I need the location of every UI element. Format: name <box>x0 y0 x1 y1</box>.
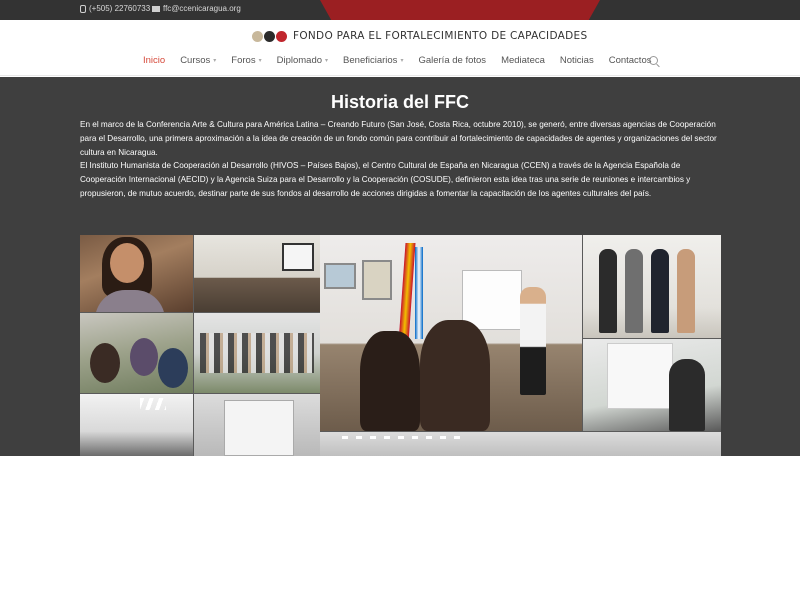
nav-item-diplomado[interactable]: Diplomado ▾ <box>277 55 328 66</box>
nav-item-mediateca[interactable]: Mediateca <box>501 55 545 66</box>
nav-label: Beneficiarios <box>343 55 398 66</box>
nav-item-inicio[interactable]: Inicio <box>143 55 165 66</box>
top-bar-accent <box>320 0 600 20</box>
chevron-down-icon: ▾ <box>400 58 404 64</box>
chevron-down-icon: ▾ <box>258 58 262 64</box>
nav-label: Mediateca <box>501 55 545 66</box>
logo-mark-1 <box>252 30 263 42</box>
history-text: En el marco de la Conferencia Arte & Cul… <box>80 118 720 201</box>
logo-text: FONDO PARA EL FORTALECIMIENTO DE CAPACID… <box>293 30 588 42</box>
photo-ceiling-strip <box>320 432 721 456</box>
page-title: Historia del FFC <box>330 92 469 112</box>
history-paragraph-1: En el marco de la Conferencia Arte & Cul… <box>80 120 717 157</box>
nav-item-beneficiarios[interactable]: Beneficiarios ▾ <box>343 55 403 66</box>
nav-label: Inicio <box>143 55 166 66</box>
nav-label: Galería de fotos <box>418 55 487 66</box>
phone-icon <box>80 4 86 13</box>
nav-label: Contactos <box>608 55 652 66</box>
nav-label: Cursos <box>180 55 211 66</box>
nav-label: Diplomado <box>276 55 323 66</box>
photo-student-microphone <box>80 235 193 312</box>
site-logo[interactable]: FONDO PARA EL FORTALECIMIENTO DE CAPACID… <box>252 30 587 42</box>
nav-item-noticias[interactable]: Noticias <box>560 55 594 66</box>
nav-item-cursos[interactable]: Cursos ▾ <box>180 55 216 66</box>
logo-mark-2 <box>264 30 275 42</box>
email-contact[interactable]: ffc@ccenicaragua.org <box>152 4 241 13</box>
chevron-down-icon: ▾ <box>325 58 329 64</box>
photo-presenter-slide <box>583 339 721 431</box>
site-header: FONDO PARA EL FORTALECIMIENTO DE CAPACID… <box>0 20 800 76</box>
photo-group-standing <box>583 235 721 338</box>
phone-contact[interactable]: (+505) 22760733 <box>80 4 150 13</box>
mail-icon <box>152 5 160 12</box>
history-section: Historia del FFC En el marco de la Confe… <box>0 77 800 456</box>
logo-mark-3 <box>276 30 287 42</box>
history-paragraph-2: El Instituto Humanista de Cooperación al… <box>80 161 691 198</box>
photo-group-workshop <box>80 313 193 393</box>
chevron-down-icon: ▾ <box>213 58 217 64</box>
nav-item-foros[interactable]: Foros ▾ <box>231 55 261 66</box>
main-nav: Inicio Cursos ▾ Foros ▾ Diplomado ▾ Benefic… <box>143 55 666 66</box>
photo-participants-group <box>194 313 320 393</box>
nav-item-contactos[interactable]: Contactos <box>609 55 652 66</box>
logo-mark <box>252 30 287 42</box>
top-bar: (+505) 22760733 ffc@ccenicaragua.org <box>0 0 800 20</box>
nav-label: Noticias <box>559 55 594 66</box>
photo-collage <box>80 235 721 456</box>
photo-main-workshop <box>320 235 582 431</box>
photo-classroom-screen <box>194 235 320 312</box>
photo-presentation-slide <box>194 394 320 456</box>
nav-label: Foros <box>231 55 256 66</box>
phone-number: (+505) 22760733 <box>89 4 151 13</box>
photo-ceiling-lights <box>80 394 193 456</box>
email-address: ffc@ccenicaragua.org <box>163 4 241 13</box>
search-icon[interactable] <box>649 56 658 65</box>
nav-item-galeria[interactable]: Galería de fotos <box>418 55 486 66</box>
